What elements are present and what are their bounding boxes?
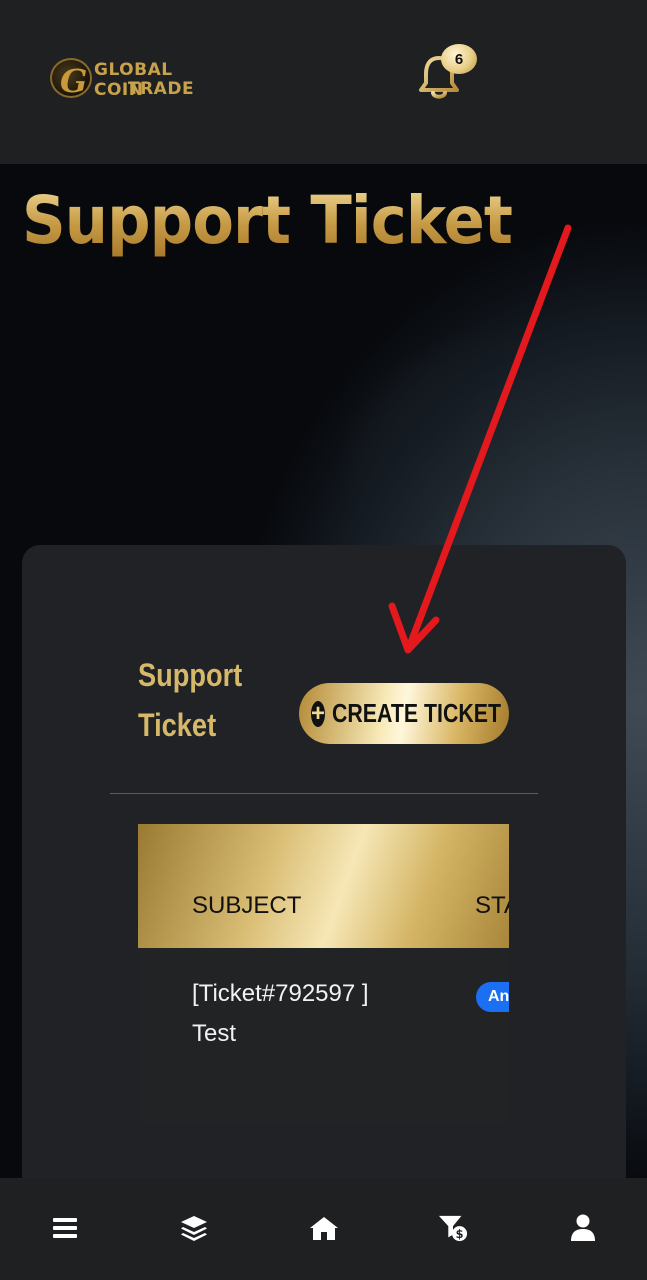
plus-circle-icon: +	[311, 699, 326, 727]
annotation-arrow	[388, 224, 572, 654]
nav-layers-icon[interactable]	[179, 1213, 209, 1243]
column-header-status: STATUS	[475, 892, 509, 919]
create-ticket-button[interactable]: + CREATE TICKET	[299, 683, 509, 744]
brand-logo[interactable]: G GLOBAL COIN TRADE	[50, 58, 225, 102]
tickets-table[interactable]: SUBJECT STATUS [Ticket#792597 ] Test Ans…	[138, 824, 509, 1124]
nav-home-icon[interactable]	[309, 1213, 339, 1243]
ticket-subject[interactable]: [Ticket#792597 ] Test	[192, 974, 392, 1054]
divider	[110, 793, 538, 794]
notification-count-badge: 6	[441, 44, 477, 74]
logo-mark-icon: G	[50, 58, 92, 100]
column-header-subject: SUBJECT	[192, 892, 302, 919]
nav-user-icon[interactable]	[568, 1213, 598, 1243]
create-ticket-label: CREATE TICKET	[332, 698, 501, 728]
card-heading: Support Ticket	[138, 657, 243, 743]
logo-text-line2: TRADE	[128, 79, 195, 99]
svg-text:$: $	[456, 1228, 464, 1241]
nav-menu-icon[interactable]	[50, 1213, 80, 1243]
logo-initial: G	[60, 62, 88, 100]
status-badge: Answered	[476, 982, 509, 1012]
nav-funnel-dollar-icon[interactable]: $	[438, 1213, 468, 1243]
table-header: SUBJECT STATUS	[138, 824, 509, 948]
